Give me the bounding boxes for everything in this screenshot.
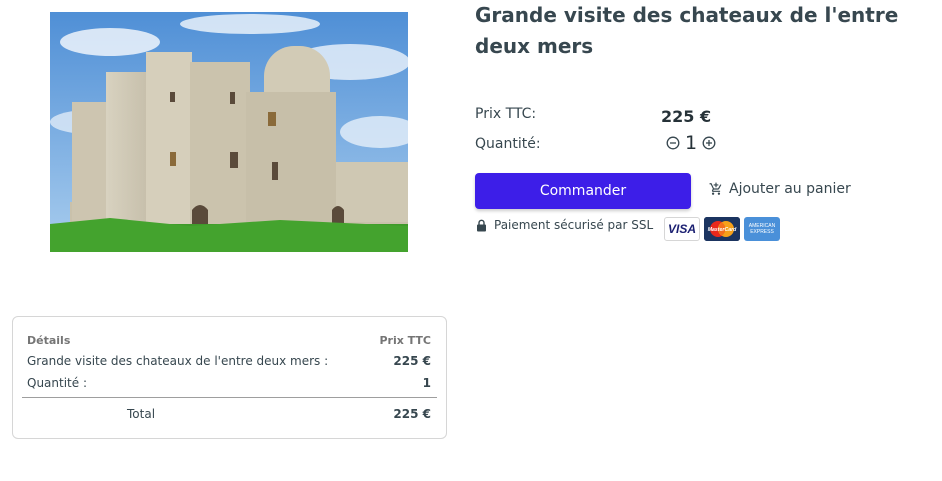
add-to-cart-button[interactable]: Ajouter au panier: [709, 181, 851, 197]
quantity-stepper: 1: [665, 133, 717, 153]
summary-qty-label: Quantité :: [27, 376, 87, 390]
quantity-value: 1: [684, 132, 698, 154]
summary-qty-value: 1: [422, 376, 431, 390]
mastercard-icon: MasterCard: [704, 217, 740, 241]
summary-item-row: Grande visite des chateaux de l'entre de…: [27, 354, 431, 368]
summary-item-price: 225 €: [393, 354, 431, 368]
summary-header: Détails Prix TTC: [27, 334, 431, 347]
price-header: Prix TTC: [379, 334, 431, 347]
product-image: [50, 12, 408, 252]
details-header: Détails: [27, 334, 71, 347]
order-button[interactable]: Commander: [475, 173, 691, 209]
price-value: 225 €: [661, 107, 712, 126]
payment-cards: VISA MasterCard AMERICAN EXPRESS: [664, 217, 780, 241]
total-value: 225 €: [393, 407, 431, 421]
summary-divider: [22, 397, 437, 398]
summary-item-label: Grande visite des chateaux de l'entre de…: [27, 354, 329, 368]
plus-circle-icon[interactable]: [701, 135, 717, 151]
lock-icon: [477, 219, 486, 231]
summary-qty-row: Quantité : 1: [27, 376, 431, 390]
add-to-cart-label: Ajouter au panier: [729, 181, 851, 197]
product-title: Grande visite des chateaux de l'entre de…: [475, 3, 899, 58]
total-label: Total: [127, 407, 156, 421]
visa-icon: VISA: [664, 217, 700, 241]
minus-circle-icon[interactable]: [665, 135, 681, 151]
order-summary: Détails Prix TTC Grande visite des chate…: [12, 316, 447, 439]
amex-icon: AMERICAN EXPRESS: [744, 217, 780, 241]
ssl-text: Paiement sécurisé par SSL: [494, 218, 654, 232]
quantity-label: Quantité:: [475, 136, 541, 152]
svg-text:MasterCard: MasterCard: [708, 227, 737, 233]
secure-payment-note: Paiement sécurisé par SSL: [476, 218, 653, 232]
price-label: Prix TTC:: [475, 106, 537, 122]
add-cart-icon: [709, 182, 722, 195]
